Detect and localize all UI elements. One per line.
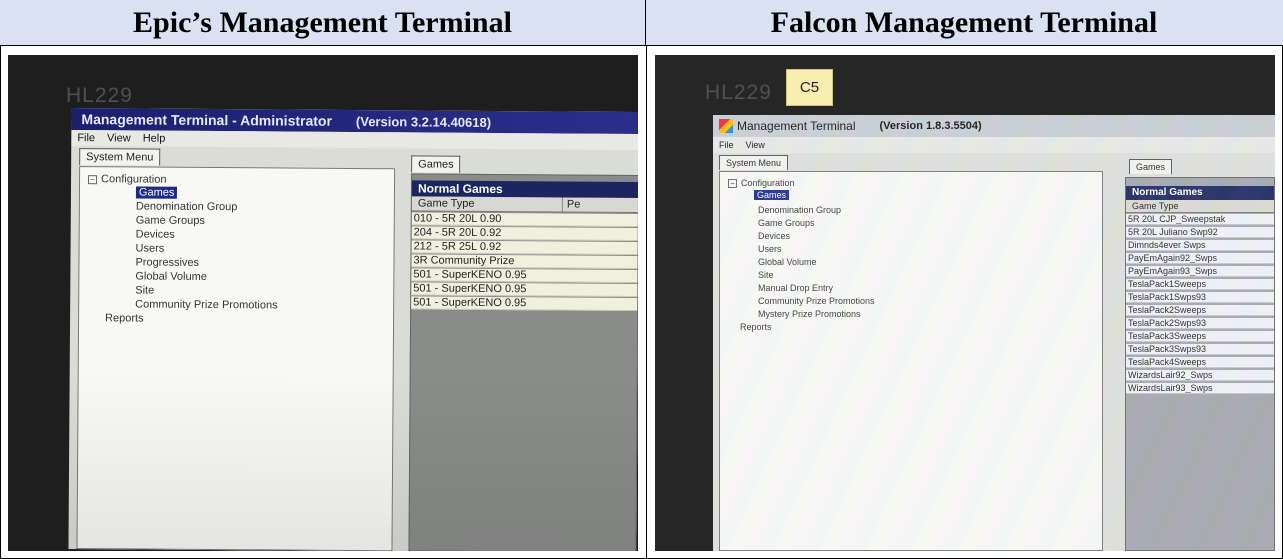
version-label: (Version 3.2.14.40618)	[355, 113, 492, 130]
grid-title: Normal Games	[411, 180, 638, 198]
tree-item-game-groups[interactable]: Game Groups	[136, 214, 205, 226]
column-header-game-type[interactable]: Game Type Pe	[411, 196, 638, 213]
app-icon	[719, 119, 733, 133]
game-row[interactable]: 501 - SuperKENO 0.95	[411, 282, 638, 297]
game-row[interactable]: 501 - SuperKENO 0.95	[411, 296, 638, 311]
tree-item-global-volume[interactable]: Global Volume	[758, 257, 817, 267]
menu-view[interactable]: View	[746, 140, 765, 150]
tree-item-users[interactable]: Users	[758, 244, 782, 254]
window-title: Management Terminal	[737, 119, 856, 133]
menu-bar: File View Help	[71, 130, 638, 150]
column-divider	[646, 46, 647, 559]
grid-title: Normal Games	[1126, 186, 1274, 200]
game-row[interactable]: 212 - 5R 25L 0.92	[411, 240, 638, 255]
menu-file[interactable]: File	[719, 140, 734, 150]
game-row[interactable]: TeslaPack2Swps93	[1126, 318, 1274, 329]
monitor-label: HL229	[705, 81, 772, 104]
tree-item-site[interactable]: Site	[758, 270, 774, 280]
falcon-header: Falcon Management Terminal	[770, 6, 1158, 39]
tree-node-configuration[interactable]: − Configuration	[728, 178, 795, 189]
game-row[interactable]: TeslaPack2Sweeps	[1126, 305, 1274, 316]
game-row[interactable]: WizardsLair93_Swps	[1126, 383, 1274, 394]
game-row[interactable]: TeslaPack3Swps93	[1126, 344, 1274, 355]
column-header-second[interactable]: Pe	[561, 197, 581, 212]
tree-item-mystery-prize-promotions[interactable]: Mystery Prize Promotions	[758, 309, 861, 319]
tree-node-configuration[interactable]: − Configuration	[88, 173, 167, 186]
epic-app-window: Management Terminal - Administrator (Ver…	[68, 108, 638, 551]
game-row[interactable]: TeslaPack1Swps93	[1126, 292, 1274, 303]
epic-terminal-photo: HL229 Management Terminal - Administrato…	[8, 55, 638, 551]
tab-games[interactable]: Games	[1129, 159, 1173, 174]
tab-games[interactable]: Games	[411, 155, 461, 173]
column-header-game-type[interactable]: Game Type	[1126, 200, 1274, 213]
game-row[interactable]: 3R Community Prize	[411, 254, 638, 269]
game-row[interactable]: WizardsLair92_Swps	[1126, 370, 1274, 381]
games-grid: Normal Games Game Type Pe 010 - 5R 20L 0…	[408, 173, 638, 551]
system-menu-tree: − Configuration Games Denomination Group …	[76, 166, 396, 551]
tree-item-manual-drop-entry[interactable]: Manual Drop Entry	[758, 283, 833, 293]
menu-view[interactable]: View	[107, 132, 131, 144]
tree-item-games[interactable]: Games	[754, 190, 790, 200]
tree-item-game-groups[interactable]: Game Groups	[758, 218, 815, 228]
game-row[interactable]: 5R 20L CJP_Sweepstak	[1126, 214, 1274, 225]
tree-item-denomination-group[interactable]: Denomination Group	[136, 200, 238, 213]
falcon-terminal-photo: HL229 C5 Management Terminal (Version 1.…	[655, 55, 1275, 551]
tree-item-progressives[interactable]: Progressives	[135, 256, 199, 268]
games-grid: Normal Games Game Type 5R 20L CJP_Sweeps…	[1125, 177, 1275, 551]
sticky-note: C5	[786, 69, 833, 106]
tree-item-devices[interactable]: Devices	[758, 231, 790, 241]
game-row[interactable]: Dimnds4ever Swps	[1126, 240, 1274, 251]
collapse-icon[interactable]: −	[88, 174, 98, 184]
tree-node-reports[interactable]: Reports	[105, 312, 144, 324]
game-row[interactable]: TeslaPack1Sweeps	[1126, 279, 1274, 290]
game-row[interactable]: 5R 20L Juliano Swp92	[1126, 227, 1274, 238]
version-label: (Version 1.8.3.5504)	[879, 120, 982, 132]
tree-item-community-prize-promotions[interactable]: Community Prize Promotions	[135, 298, 278, 311]
title-bar: Management Terminal (Version 1.8.3.5504)	[713, 115, 1275, 137]
tree-item-denomination-group[interactable]: Denomination Group	[758, 205, 841, 215]
game-row[interactable]: 501 - SuperKENO 0.95	[411, 268, 638, 283]
game-row[interactable]: 010 - 5R 20L 0.90	[411, 212, 638, 227]
game-row[interactable]: PayEmAgain92_Swps	[1126, 253, 1274, 264]
collapse-icon[interactable]: −	[728, 179, 737, 189]
game-row[interactable]: TeslaPack3Sweeps	[1126, 331, 1274, 342]
tab-system-menu[interactable]: System Menu	[719, 155, 789, 170]
game-row[interactable]: PayEmAgain93_Swps	[1126, 266, 1274, 277]
falcon-app-window: Management Terminal (Version 1.8.3.5504)…	[713, 115, 1275, 551]
menu-file[interactable]: File	[77, 132, 95, 144]
epic-header: Epic’s Management Terminal	[0, 0, 646, 46]
window-title: Management Terminal - Administrator	[81, 111, 333, 129]
tree-node-reports[interactable]: Reports	[740, 322, 772, 332]
game-row[interactable]: TeslaPack4Sweeps	[1126, 357, 1274, 368]
table-header-row: Epic’s Management Terminal Falcon Manage…	[0, 0, 1283, 46]
game-row[interactable]: 204 - 5R 20L 0.92	[411, 226, 638, 241]
tree-item-users[interactable]: Users	[136, 242, 165, 254]
menu-help[interactable]: Help	[143, 133, 166, 145]
menu-bar: File View	[713, 137, 1275, 153]
tree-item-site[interactable]: Site	[135, 284, 154, 296]
tree-item-community-prize-promotions[interactable]: Community Prize Promotions	[758, 296, 875, 306]
monitor-label: HL229	[66, 84, 133, 107]
tree-item-devices[interactable]: Devices	[136, 228, 175, 240]
tree-item-global-volume[interactable]: Global Volume	[135, 270, 207, 282]
tab-system-menu[interactable]: System Menu	[79, 148, 161, 166]
tree-item-games[interactable]: Games	[135, 186, 178, 199]
system-menu-tree: − Configuration Games Denomination Group …	[719, 171, 1103, 551]
